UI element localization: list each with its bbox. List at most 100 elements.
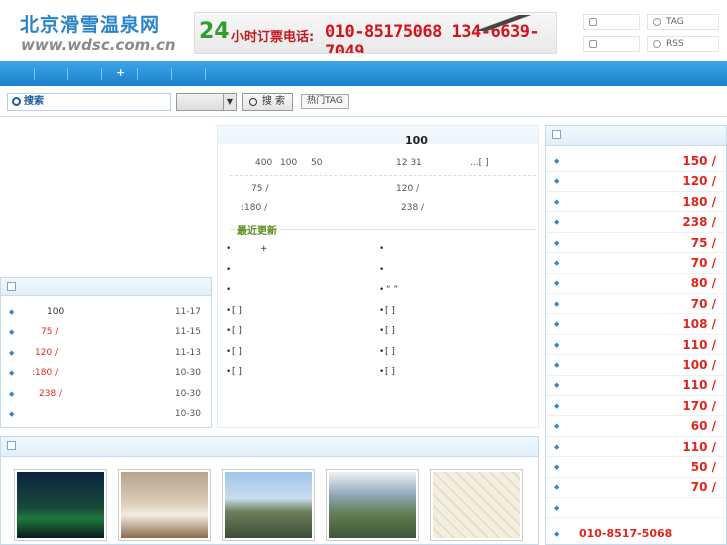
skier-image	[468, 15, 548, 31]
bullet-icon: ◆	[554, 530, 560, 538]
nav-separator	[137, 68, 138, 80]
price-link[interactable]: 120 /	[396, 184, 419, 194]
list-item[interactable]: •	[379, 244, 384, 254]
search-input[interactable]: 搜索	[7, 93, 171, 111]
search-button[interactable]: 搜 索	[242, 93, 293, 111]
price-link[interactable]: :180 /	[241, 203, 267, 213]
pavilion-image	[225, 472, 312, 538]
right-price-panel: ◆ 150 /◆ 120 /◆ 180 /◆ 238 /◆ 75 /◆ 70 /◆ 80 /◆…	[545, 125, 727, 545]
panel-icon	[7, 441, 16, 450]
main-nav: +	[0, 61, 727, 86]
bullet-icon: ◆	[9, 349, 15, 357]
item-price: 238 /	[682, 215, 716, 230]
phone-row: ◆ 010-8517-5068	[546, 524, 726, 544]
price-list-item[interactable]: ◆ 75 /	[546, 233, 726, 254]
list-item[interactable]: ◆ 75 / 11-15	[1, 322, 211, 342]
price-list-item[interactable]: ◆ 50 /	[546, 457, 726, 478]
bullet-icon: ◆	[9, 308, 15, 316]
bullet-icon: ◆	[554, 340, 560, 349]
mail-input[interactable]	[583, 36, 640, 52]
list-item[interactable]: •	[379, 347, 384, 357]
price-list-item[interactable]: ◆ 80 /	[546, 273, 726, 294]
price-list-item[interactable]: ◆ 70 /	[546, 294, 726, 315]
list-item[interactable]: •	[379, 326, 384, 336]
category-select[interactable]: ▼	[176, 93, 237, 111]
item-price: 70 /	[690, 256, 716, 270]
bullet-icon: ◆	[554, 483, 560, 492]
list-item[interactable]: •	[379, 265, 384, 275]
phone-number: 010-8517-5068	[579, 527, 673, 540]
item-price: 50 /	[690, 460, 716, 474]
nav-item-plus[interactable]: +	[116, 66, 125, 79]
price-list-item[interactable]: ◆ 100 /	[546, 355, 726, 376]
item-price: 110 /	[682, 439, 716, 454]
list-item[interactable]: ◆ 10-30	[1, 404, 211, 424]
item-price: 180 /	[682, 194, 716, 209]
hot-tag-button[interactable]: 热门TAG	[301, 94, 349, 109]
tag-link[interactable]: TAG	[647, 14, 719, 30]
divider	[230, 175, 536, 176]
list-item[interactable]: •	[226, 285, 231, 295]
mail-icon	[589, 40, 597, 48]
list-item[interactable]: •	[226, 244, 231, 254]
bullet-icon: ◆	[9, 369, 15, 377]
rss-link[interactable]: RSS	[647, 36, 719, 52]
phone-banner[interactable]: 24 小时订票电话: 010-85175068 134-6639-7049	[194, 12, 557, 54]
photo-thumb[interactable]	[222, 469, 315, 541]
list-item[interactable]: ◆ 120 / 11-13	[1, 343, 211, 363]
rss-icon	[653, 40, 661, 48]
search-icon	[249, 98, 257, 106]
price-list-item[interactable]: ◆ 170 /	[546, 396, 726, 417]
user-icon	[589, 18, 597, 26]
price-list-item[interactable]: ◆ 120 /	[546, 171, 726, 192]
more-link[interactable]: ...[ ]	[470, 158, 488, 168]
photo-thumb[interactable]	[14, 469, 107, 541]
price-list-item[interactable]: ◆ 108 /	[546, 314, 726, 335]
center-title[interactable]: 100	[405, 134, 428, 147]
price-link[interactable]: 238 /	[401, 203, 424, 213]
user-input[interactable]	[583, 14, 640, 30]
item-price: 75 /	[41, 327, 59, 337]
list-item[interactable]: •	[226, 326, 231, 336]
list-item[interactable]: ◆:180 / 10-30	[1, 363, 211, 383]
price-list-item[interactable]: ◆ 70 /	[546, 477, 726, 498]
bullet-icon: ◆	[554, 442, 560, 451]
price-link[interactable]: 75 /	[251, 184, 268, 194]
list-item[interactable]: ◆ 238 / 10-30	[1, 384, 211, 404]
center-text: 50	[311, 158, 323, 168]
site-logo[interactable]: 北京滑雪温泉网 www.wdsc.com.cn	[20, 10, 176, 56]
panel-header	[546, 126, 726, 146]
list-item[interactable]: •	[226, 265, 231, 275]
panel-icon	[552, 130, 561, 139]
list-item[interactable]: •	[226, 306, 231, 316]
search-icon	[653, 18, 661, 26]
price-list-item[interactable]: ◆ 110 /	[546, 335, 726, 356]
photo-thumb[interactable]	[118, 469, 211, 541]
list-item[interactable]: •	[226, 347, 231, 357]
photo-thumb[interactable]	[326, 469, 419, 541]
banner-24: 24	[199, 19, 230, 44]
center-panel: 100 400 100 50 12 31 ...[ ] 75 / 120 / :…	[217, 125, 539, 428]
nav-separator	[171, 68, 172, 80]
price-list-item[interactable]: ◆ 60 /	[546, 416, 726, 437]
center-text: 12 31	[396, 158, 422, 168]
item-text: [ ]	[232, 306, 242, 316]
price-list-item[interactable]: ◆ 150 /	[546, 151, 726, 172]
bullet-icon: ◆	[554, 361, 560, 369]
price-list-item[interactable]: ◆ 110 /	[546, 437, 726, 458]
list-item[interactable]: •	[379, 285, 384, 295]
price-list-item[interactable]: ◆ 238 /	[546, 212, 726, 233]
price-list-item[interactable]: ◆	[546, 498, 726, 519]
resort-building-image	[329, 472, 416, 538]
list-item[interactable]: •	[379, 367, 384, 377]
price-list-item[interactable]: ◆ 70 /	[546, 253, 726, 274]
price-list-item[interactable]: ◆ 180 /	[546, 192, 726, 213]
photo-thumb[interactable]	[430, 469, 523, 541]
rss-label: RSS	[666, 39, 684, 49]
item-text: [ ]	[232, 367, 242, 377]
list-item[interactable]: •	[379, 306, 384, 316]
item-price: 100 /	[682, 358, 716, 372]
list-item[interactable]: ◆ 100 11-17	[1, 302, 211, 322]
price-list-item[interactable]: ◆ 110 /	[546, 375, 726, 396]
list-item[interactable]: •	[226, 367, 231, 377]
